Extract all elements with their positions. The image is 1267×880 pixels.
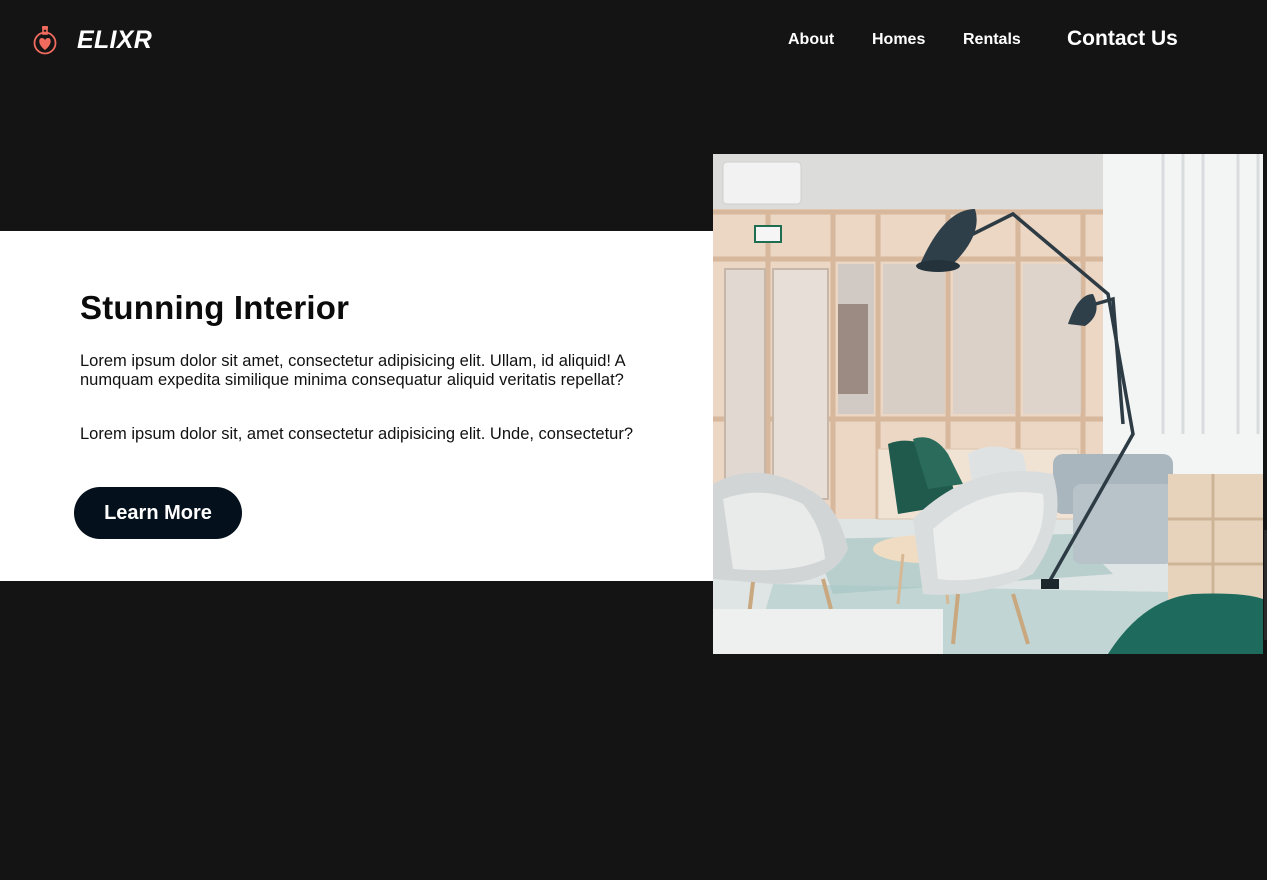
hero-interior-image <box>713 154 1263 654</box>
hero-title: Stunning Interior <box>80 289 350 326</box>
hero-paragraph-2: Lorem ipsum dolor sit, amet consectetur … <box>80 425 634 443</box>
nav-link-homes[interactable]: Homes <box>872 29 925 51</box>
nav-link-rentals[interactable]: Rentals <box>963 29 1021 51</box>
interior-photo <box>713 154 1263 654</box>
learn-more-button[interactable]: Learn More <box>74 487 242 539</box>
main-nav: About Homes Rentals Contact Us <box>0 28 1267 51</box>
nav-link-about[interactable]: About <box>788 29 834 51</box>
hero-text-card: Stunning Interior Lorem ipsum dolor sit … <box>0 231 714 581</box>
navbar: ELIXR About Homes Rentals Contact Us <box>0 0 1267 80</box>
nav-link-contact-us[interactable]: Contact Us <box>1067 28 1178 50</box>
page: ELIXR About Homes Rentals Contact Us Stu… <box>0 0 1267 880</box>
hero-paragraph-1: Lorem ipsum dolor sit amet, consectetur … <box>80 352 625 389</box>
